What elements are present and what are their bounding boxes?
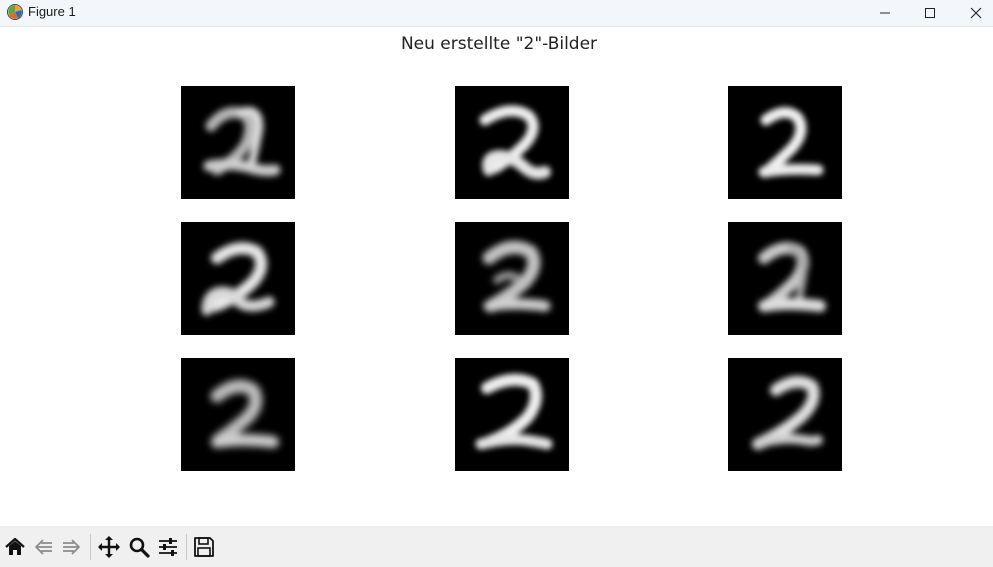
toolbar-separator (186, 534, 187, 560)
maximize-icon (925, 8, 935, 18)
generated-image-9 (728, 358, 842, 471)
save-button[interactable] (191, 534, 217, 560)
minimize-button[interactable] (862, 0, 908, 26)
app-icon (7, 4, 23, 20)
back-icon (35, 539, 52, 555)
generated-image-7 (181, 358, 295, 471)
save-icon (194, 537, 214, 557)
zoom-button[interactable] (126, 534, 152, 560)
window-title: Figure 1 (28, 4, 76, 19)
home-button[interactable] (2, 534, 28, 560)
window-titlebar: Figure 1 (0, 0, 993, 27)
generated-image-1 (181, 86, 295, 199)
configure-subplots-icon (159, 538, 177, 556)
generated-image-8 (455, 358, 569, 471)
figure-canvas: Neu erstellte "2"-Bilder (0, 27, 993, 526)
forward-icon (63, 539, 80, 555)
maximize-button[interactable] (907, 0, 953, 26)
generated-image-3 (728, 86, 842, 199)
back-button[interactable] (31, 534, 57, 560)
navigation-toolbar (0, 526, 993, 567)
generated-image-2 (455, 86, 569, 199)
minimize-icon (880, 12, 890, 14)
forward-button[interactable] (58, 534, 84, 560)
pan-button[interactable] (96, 534, 122, 560)
zoom-icon (129, 537, 150, 558)
pan-icon (98, 536, 120, 558)
generated-image-6 (728, 222, 842, 335)
generated-image-5 (455, 222, 569, 335)
configure-subplots-button[interactable] (155, 534, 181, 560)
figure-title: Neu erstellte "2"-Bilder (400, 34, 598, 54)
generated-image-4 (181, 222, 295, 335)
close-icon (970, 7, 982, 19)
close-button[interactable] (953, 0, 993, 26)
home-icon (5, 537, 25, 555)
toolbar-separator (90, 534, 91, 560)
